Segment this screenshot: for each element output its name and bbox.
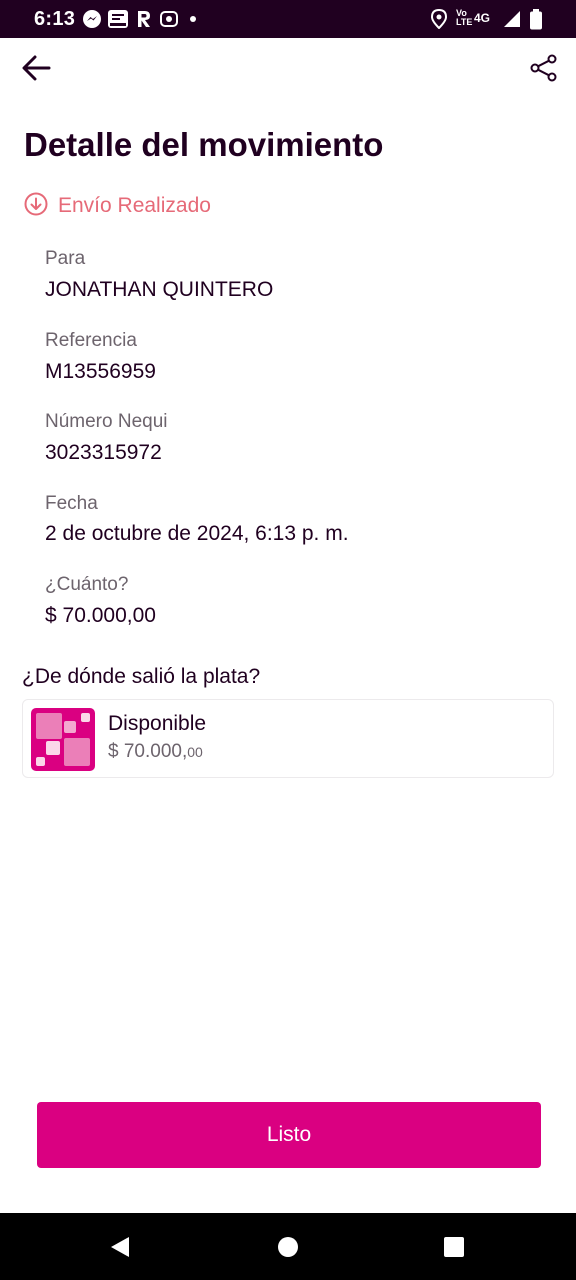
reference-value: M13556959 [45, 360, 156, 383]
nequi-number-value: 3023315972 [45, 441, 162, 464]
done-button[interactable]: Listo [37, 1102, 541, 1168]
nav-recents-icon[interactable] [440, 1233, 468, 1261]
source-account-amount: $ 70.000,00 [108, 741, 203, 762]
r-app-icon [135, 9, 153, 34]
network-type-label: 4G [474, 11, 491, 25]
app-notification-icon [107, 9, 129, 34]
recipient-label: Para [45, 248, 86, 269]
volte-label: Vo LTE [456, 8, 473, 27]
system-navigation-bar [0, 1213, 576, 1280]
transaction-status: Envío Realizado [24, 192, 211, 220]
share-button[interactable] [524, 52, 564, 88]
date-value: 2 de octubre de 2024, 6:13 p. m. [45, 522, 349, 545]
source-account-card[interactable]: Disponible $ 70.000,00 [22, 699, 554, 778]
status-text: Envío Realizado [58, 194, 211, 217]
location-icon [430, 8, 448, 34]
record-icon [160, 9, 178, 34]
source-account-name: Disponible [108, 712, 207, 735]
status-bar: 6:13 Vo LTE 4G [0, 0, 576, 38]
date-label: Fecha [45, 493, 98, 514]
share-icon [530, 54, 558, 87]
arrow-down-circle-icon [24, 192, 48, 221]
amount-label: ¿Cuánto? [45, 574, 129, 595]
amount-value: $ 70.000,00 [45, 604, 156, 627]
nav-back-icon[interactable] [106, 1233, 134, 1261]
source-heading: ¿De dónde salió la plata? [22, 665, 261, 688]
more-dot-icon [188, 9, 198, 34]
page-title: Detalle del movimiento [24, 126, 384, 163]
signal-icon [503, 9, 521, 34]
nav-home-icon[interactable] [274, 1233, 302, 1261]
recipient-value: JONATHAN QUINTERO [45, 278, 274, 301]
reference-label: Referencia [45, 330, 137, 351]
arrow-left-icon [21, 55, 51, 86]
status-time: 6:13 [34, 8, 76, 30]
messenger-icon [82, 9, 102, 34]
battery-icon [529, 9, 543, 36]
disponible-icon [31, 708, 95, 771]
back-button[interactable] [16, 52, 56, 88]
nequi-number-label: Número Nequi [45, 411, 168, 432]
